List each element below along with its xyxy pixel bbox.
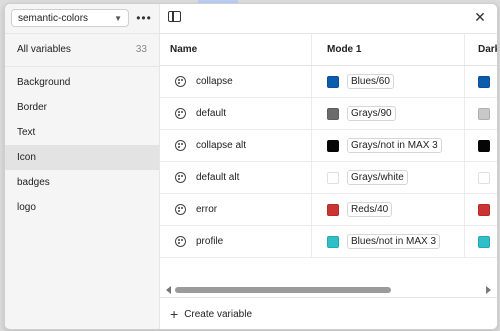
color-swatch: [327, 235, 339, 248]
variable-name-cell[interactable]: default alt: [160, 162, 312, 193]
create-variable-label: Create variable: [184, 308, 252, 320]
color-swatch: [478, 139, 490, 152]
table-row[interactable]: collapse alt Grays/not in MAX 3: [160, 130, 497, 162]
alias-chip: Grays/90: [347, 106, 396, 121]
variable-name-cell[interactable]: collapse: [160, 66, 312, 97]
color-variable-icon: [175, 172, 186, 183]
close-icon[interactable]: ✕: [471, 8, 489, 26]
sidebar-toggle-icon[interactable]: [168, 11, 181, 22]
color-variable-icon: [175, 76, 186, 87]
dark-value-cell[interactable]: [466, 194, 497, 225]
color-variable-icon: [175, 204, 186, 215]
color-swatch: [327, 107, 339, 120]
chevron-down-icon: ▼: [114, 13, 122, 23]
color-swatch: [327, 139, 339, 152]
table-row[interactable]: profile Blues/not in MAX 3: [160, 226, 497, 258]
group-label: Border: [17, 102, 48, 113]
alias-chip: Reds/40: [347, 202, 393, 217]
variable-name-cell[interactable]: default: [160, 98, 312, 129]
group-item-icon[interactable]: Icon: [5, 145, 159, 170]
mode-1-value-cell[interactable]: Blues/60: [313, 66, 465, 97]
variable-name: error: [196, 204, 218, 215]
dark-value-cell[interactable]: [466, 66, 497, 97]
variable-name: collapse alt: [196, 140, 247, 151]
color-swatch: [478, 107, 490, 120]
scrollbar-thumb[interactable]: [175, 287, 391, 293]
group-item-border[interactable]: Border: [5, 95, 159, 120]
mode-1-value-cell[interactable]: Reds/40: [313, 194, 465, 225]
color-swatch: [327, 75, 339, 88]
mode-1-value-cell[interactable]: Grays/white: [313, 162, 465, 193]
color-swatch: [478, 203, 490, 216]
variable-name: profile: [196, 236, 224, 247]
color-swatch: [327, 203, 339, 216]
color-swatch: [478, 171, 490, 184]
group-item-logo[interactable]: logo: [5, 195, 159, 220]
table-header-row: Name Mode 1 Dark: [160, 34, 497, 66]
table-row[interactable]: default alt Grays/white: [160, 162, 497, 194]
group-label: Icon: [17, 152, 36, 163]
group-label: Text: [17, 127, 36, 138]
dark-value-cell[interactable]: [466, 162, 497, 193]
variable-name-cell[interactable]: profile: [160, 226, 312, 257]
color-swatch: [478, 75, 490, 88]
group-item-badges[interactable]: badges: [5, 170, 159, 195]
column-header-name: Name: [160, 34, 312, 65]
scroll-left-icon[interactable]: [166, 286, 171, 294]
mode-1-value-cell[interactable]: Grays/90: [313, 98, 465, 129]
all-variables-count: 33: [135, 44, 147, 55]
table-row[interactable]: collapse Blues/60: [160, 66, 497, 98]
panel-footer: + Create variable: [160, 297, 497, 329]
variable-name: default alt: [196, 172, 240, 183]
more-horizontal-icon[interactable]: •••: [135, 9, 153, 27]
alias-chip: Blues/not in MAX 3: [347, 234, 441, 249]
variable-name-cell[interactable]: collapse alt: [160, 130, 312, 161]
horizontal-scrollbar[interactable]: [160, 283, 497, 297]
table-row[interactable]: error Reds/40: [160, 194, 497, 226]
table-row[interactable]: default Grays/90: [160, 98, 497, 130]
color-swatch: [478, 235, 490, 248]
group-item-text[interactable]: Text: [5, 120, 159, 145]
color-variable-icon: [175, 236, 186, 247]
group-item-background[interactable]: Background: [5, 70, 159, 95]
collections-sidebar: semantic-colors ▼ ••• All variables 33 B…: [5, 4, 160, 329]
create-variable-button[interactable]: + Create variable: [170, 306, 252, 322]
group-label: badges: [17, 177, 50, 188]
plus-icon: +: [170, 306, 179, 322]
alias-chip: Grays/white: [347, 170, 408, 185]
all-variables-item[interactable]: All variables 33: [17, 44, 147, 55]
group-label: logo: [17, 202, 36, 213]
variable-name: default: [196, 108, 227, 119]
mode-1-value-cell[interactable]: Blues/not in MAX 3: [313, 226, 465, 257]
sidebar-divider: [5, 33, 159, 34]
column-header-mode-1[interactable]: Mode 1: [313, 34, 465, 65]
dark-value-cell[interactable]: [466, 130, 497, 161]
dark-value-cell[interactable]: [466, 98, 497, 129]
group-label: Background: [17, 77, 71, 88]
collection-select-value: semantic-colors: [18, 12, 89, 24]
all-variables-label: All variables: [17, 44, 71, 55]
color-variable-icon: [175, 108, 186, 119]
panel-header: ✕: [160, 4, 497, 34]
alias-chip: Blues/60: [347, 74, 394, 89]
color-variable-icon: [175, 140, 186, 151]
variables-table: Name Mode 1 Dark collapse Blues/60 defau…: [160, 34, 497, 282]
alias-chip: Grays/not in MAX 3: [347, 138, 442, 153]
dark-value-cell[interactable]: [466, 226, 497, 257]
mode-1-value-cell[interactable]: Grays/not in MAX 3: [313, 130, 465, 161]
column-header-dark[interactable]: Dark: [466, 34, 497, 65]
groups-divider: [5, 66, 159, 67]
variables-panel: semantic-colors ▼ ••• All variables 33 B…: [4, 3, 498, 330]
variable-name-cell[interactable]: error: [160, 194, 312, 225]
collection-select[interactable]: semantic-colors ▼: [11, 9, 129, 27]
scroll-right-icon[interactable]: [486, 286, 491, 294]
color-swatch: [327, 171, 339, 184]
variable-name: collapse: [196, 76, 233, 87]
